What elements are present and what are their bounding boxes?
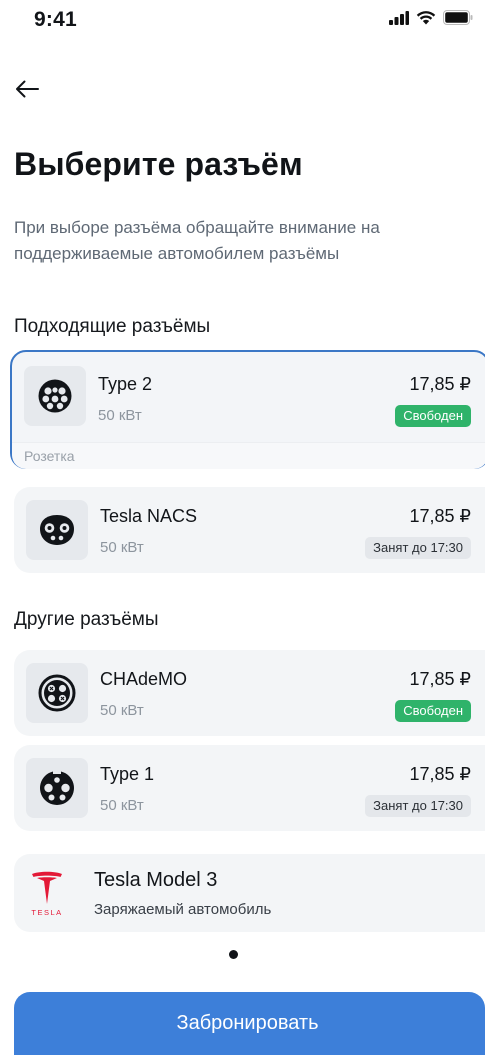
type1-connector-icon — [39, 770, 74, 805]
status-badge: Свободен — [395, 405, 471, 427]
tesla-nacs-connector-icon — [40, 515, 74, 545]
status-badge: Занят до 17:30 — [365, 795, 471, 817]
status-icons — [389, 10, 473, 25]
connector-name: CHAdeMO — [100, 669, 188, 689]
connector-icon-box — [24, 366, 86, 426]
arrow-left-icon — [16, 80, 39, 98]
pagination-dot-active — [229, 950, 238, 959]
type2-connector-icon — [38, 379, 72, 413]
signal-icon — [389, 10, 409, 25]
connector-card-tesla-nacs[interactable]: Tesla NACS 50 кВт 17,85 ₽ Занят до 17:30 — [14, 487, 485, 573]
book-button[interactable]: Забронировать — [14, 992, 485, 1055]
tesla-wordmark: TESLA — [31, 908, 62, 917]
chademo-connector-icon — [38, 674, 76, 712]
status-time: 9:41 — [34, 8, 77, 31]
wifi-icon — [416, 11, 436, 25]
connector-power: 50 кВт — [100, 539, 144, 556]
section-title-suitable: Подходящие разъёмы — [14, 316, 211, 337]
car-name: Tesla Model 3 — [94, 869, 218, 891]
battery-icon — [443, 10, 473, 25]
connector-price: 17,85 ₽ — [409, 374, 472, 394]
connector-icon-box — [26, 663, 88, 723]
connector-power: 50 кВт — [100, 702, 144, 719]
connector-name: Type 1 — [100, 764, 155, 784]
connector-name: Type 2 — [98, 374, 153, 394]
status-badge: Занят до 17:30 — [365, 537, 471, 559]
connector-icon-box — [26, 758, 88, 818]
car-subtitle: Заряжаемый автомобиль — [94, 901, 272, 918]
section-title-other: Другие разъёмы — [14, 609, 159, 630]
connector-price: 17,85 ₽ — [409, 506, 472, 526]
connector-power: 50 кВт — [100, 797, 144, 814]
connector-card-type1[interactable]: Type 1 50 кВт 17,85 ₽ Занят до 17:30 — [14, 745, 485, 831]
car-card[interactable]: TESLA Tesla Model 3 Заряжаемый автомобил… — [14, 854, 485, 932]
status-bar: 9:41 — [0, 0, 485, 44]
tesla-logo-icon: TESLA — [24, 868, 70, 918]
connector-price: 17,85 ₽ — [409, 669, 472, 689]
back-button[interactable] — [12, 76, 42, 102]
connector-icon-box — [26, 500, 88, 560]
connector-power: 50 кВт — [98, 407, 142, 424]
status-badge: Свободен — [395, 700, 471, 722]
connector-card-type2[interactable]: Type 2 50 кВт 17,85 ₽ Свободен Розетка — [10, 350, 485, 469]
connector-card-chademo[interactable]: CHAdeMO 50 кВт 17,85 ₽ Свободен — [14, 650, 485, 736]
page-title: Выберите разъём — [14, 146, 303, 182]
connector-price: 17,85 ₽ — [409, 764, 472, 784]
connector-name: Tesla NACS — [100, 506, 198, 526]
connector-footer-label: Розетка — [12, 442, 485, 469]
page-subtitle: При выборе разъёма обращайте внимание на… — [14, 218, 380, 263]
